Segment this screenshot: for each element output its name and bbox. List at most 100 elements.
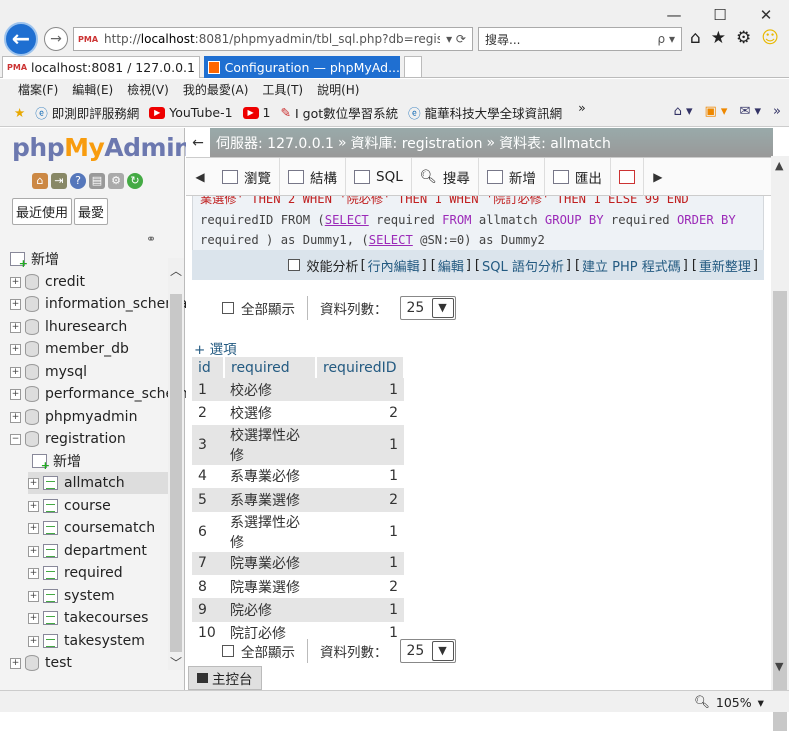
collapse-arrow-icon[interactable]: ← xyxy=(186,128,210,157)
mail-icon[interactable]: ✉ ▾ xyxy=(739,104,761,119)
table-row: 2 校選修 2 xyxy=(192,401,404,425)
search-icon[interactable]: ρ ▾ xyxy=(658,32,675,46)
home-icon[interactable]: ⌂ xyxy=(690,28,701,48)
show-all-checkbox[interactable] xyxy=(222,645,234,657)
rows-select[interactable]: 25 ▼ xyxy=(399,296,456,320)
profiling-checkbox[interactable] xyxy=(287,259,300,271)
column-header-id[interactable]: id xyxy=(192,357,225,378)
tree-table-takecourses[interactable]: + takecourses xyxy=(28,607,148,629)
zoom-control[interactable]: 🔍︎ 105% ▾ xyxy=(694,694,764,710)
address-controls[interactable]: ▾ ⟳ xyxy=(440,28,472,50)
fav-item-1[interactable]: ▶ 1 xyxy=(242,105,271,120)
home-icon[interactable]: ⌂ xyxy=(32,173,48,189)
magnifier-icon: 🔍︎ xyxy=(419,168,437,185)
home-page-icon[interactable]: ⌂ ▾ xyxy=(674,104,693,119)
tree-db-phpmyadmin[interactable]: + phpmyadmin xyxy=(10,406,137,428)
tab-import[interactable] xyxy=(611,157,644,196)
exit-icon[interactable]: ⇥ xyxy=(51,173,67,189)
console-button[interactable]: 主控台 xyxy=(188,666,262,690)
edit-link[interactable]: 編輯 xyxy=(438,256,464,275)
tree-db-registration[interactable]: − registration xyxy=(10,428,126,450)
menu-file[interactable]: 檔案(F) xyxy=(18,81,58,98)
sidebar-scroll-thumb[interactable] xyxy=(170,294,182,652)
tree-db-lhuresearch[interactable]: + lhuresearch xyxy=(10,316,127,338)
fav-item-test[interactable]: ⓔ 即測即評服務網 xyxy=(35,103,139,122)
breadcrumb-server[interactable]: 伺服器: 127.0.0.1 xyxy=(216,133,334,153)
smiley-icon[interactable]: ☺ xyxy=(761,28,779,48)
docs-icon[interactable]: ▤ xyxy=(89,173,105,189)
link-with-main-icon[interactable]: ⚭ xyxy=(146,232,156,246)
phpmyadmin-logo[interactable]: phpMyAdmin xyxy=(12,133,192,162)
tab-search[interactable]: 🔍︎ 搜尋 xyxy=(412,157,479,196)
explain-sql-link[interactable]: SQL 語句分析 xyxy=(482,256,564,275)
new-tab-button[interactable] xyxy=(404,56,422,78)
tree-table-required[interactable]: + required xyxy=(28,562,123,584)
add-favorite-icon[interactable]: ★ xyxy=(14,105,25,120)
maximize-icon[interactable]: ☐ xyxy=(697,0,743,30)
favorites-button[interactable]: 最愛 xyxy=(74,198,109,225)
scroll-up-icon[interactable]: ︿ xyxy=(170,262,182,279)
column-header-required[interactable]: required xyxy=(224,357,317,378)
tree-db-member-db[interactable]: + member_db xyxy=(10,338,129,360)
breadcrumb-database[interactable]: 資料庫: registration xyxy=(351,133,483,153)
fav-item-youtube1[interactable]: ▶ YouTube-1 xyxy=(149,105,233,120)
tab-structure[interactable]: 結構 xyxy=(280,157,346,196)
tree-db-mysql[interactable]: + mysql xyxy=(10,361,87,383)
tree-db-test[interactable]: + test xyxy=(10,652,72,674)
favorites-more[interactable]: » xyxy=(578,100,586,115)
tree-table-system[interactable]: + system xyxy=(28,585,115,607)
scroll-down-icon[interactable]: ﹀ xyxy=(170,654,182,671)
tree-table-coursematch[interactable]: + coursematch xyxy=(28,517,155,539)
menu-help[interactable]: 說明(H) xyxy=(317,81,359,98)
create-php-link[interactable]: 建立 PHP 程式碼 xyxy=(582,256,681,275)
refresh-link[interactable]: 重新整理 xyxy=(699,256,751,275)
zoom-dropdown-icon[interactable]: ▾ xyxy=(758,695,764,710)
tab-configuration[interactable]: Configuration — phpMyAd... xyxy=(204,56,400,78)
recent-button[interactable]: 最近使用 xyxy=(12,198,73,225)
tree-table-department[interactable]: + department xyxy=(28,540,147,562)
menu-edit[interactable]: 編輯(E) xyxy=(72,81,113,98)
more-icon[interactable]: » xyxy=(773,104,781,119)
tree-table-takesystem[interactable]: + takesystem xyxy=(28,630,145,652)
scroll-down-icon[interactable]: ▼ xyxy=(775,660,783,673)
close-icon[interactable]: ✕ xyxy=(743,0,789,30)
minimize-icon[interactable]: — xyxy=(651,0,697,30)
tree-table-course[interactable]: + course xyxy=(28,495,111,517)
address-bar[interactable]: PMA http://localhost:8081/phpmyadmin/tbl… xyxy=(73,27,473,51)
tab-phpmyadmin[interactable]: PMA localhost:8081 / 127.0.0.1 ... ✕ xyxy=(2,56,200,78)
help-icon[interactable]: ? xyxy=(70,173,86,189)
tree-db-credit[interactable]: + credit xyxy=(10,271,85,293)
tab-browse[interactable]: 瀏覽 xyxy=(214,157,280,196)
back-button[interactable]: ← xyxy=(4,22,38,56)
menu-tools[interactable]: 工具(T) xyxy=(262,81,303,98)
tab-sql[interactable]: SQL xyxy=(346,157,412,196)
tree-table-allmatch[interactable]: + allmatch xyxy=(28,472,168,494)
favorites-star-icon[interactable]: ★ xyxy=(711,28,726,48)
tab-insert[interactable]: 新增 xyxy=(479,157,545,196)
forward-button[interactable]: → xyxy=(44,27,68,51)
rss-icon[interactable]: ▣ ▾ xyxy=(705,104,728,119)
tree-new-database[interactable]: 新增 xyxy=(10,248,59,270)
tab-export[interactable]: 匯出 xyxy=(545,157,611,196)
search-box[interactable]: 搜尋... ρ ▾ xyxy=(478,27,682,51)
scroll-up-icon[interactable]: ▲ xyxy=(775,159,783,172)
settings-gear-icon[interactable]: ⚙ xyxy=(108,173,124,189)
tree-table-new[interactable]: 新增 xyxy=(32,450,81,472)
fav-item-igot[interactable]: ✎ I got數位學習系統 xyxy=(281,103,399,122)
rows-select[interactable]: 25 ▼ xyxy=(399,639,456,663)
options-link[interactable]: + 選項 xyxy=(194,338,237,358)
column-header-requiredid[interactable]: requiredID xyxy=(316,357,405,378)
show-all-checkbox[interactable] xyxy=(222,302,234,314)
tabs-next-icon[interactable]: ▶ xyxy=(644,170,672,184)
sidebar-scrollbar[interactable]: ︿ ﹀ xyxy=(168,258,184,670)
main-scrollbar[interactable]: ▲ ▼ xyxy=(771,156,789,731)
tabs-prev-icon[interactable]: ◀ xyxy=(186,170,214,184)
inline-edit-link[interactable]: 行內編輯 xyxy=(368,256,420,275)
reload-icon[interactable]: ↻ xyxy=(127,173,143,189)
gear-icon[interactable]: ⚙ xyxy=(736,28,751,48)
menu-view[interactable]: 檢視(V) xyxy=(127,81,169,98)
fav-item-lhu[interactable]: ⓔ 龍華科技大學全球資訊網 xyxy=(408,103,562,122)
tree-db-information-schema[interactable]: + information_schema xyxy=(10,293,188,315)
menu-favorites[interactable]: 我的最愛(A) xyxy=(183,81,249,98)
breadcrumb-table[interactable]: 資料表: allmatch xyxy=(499,133,611,153)
